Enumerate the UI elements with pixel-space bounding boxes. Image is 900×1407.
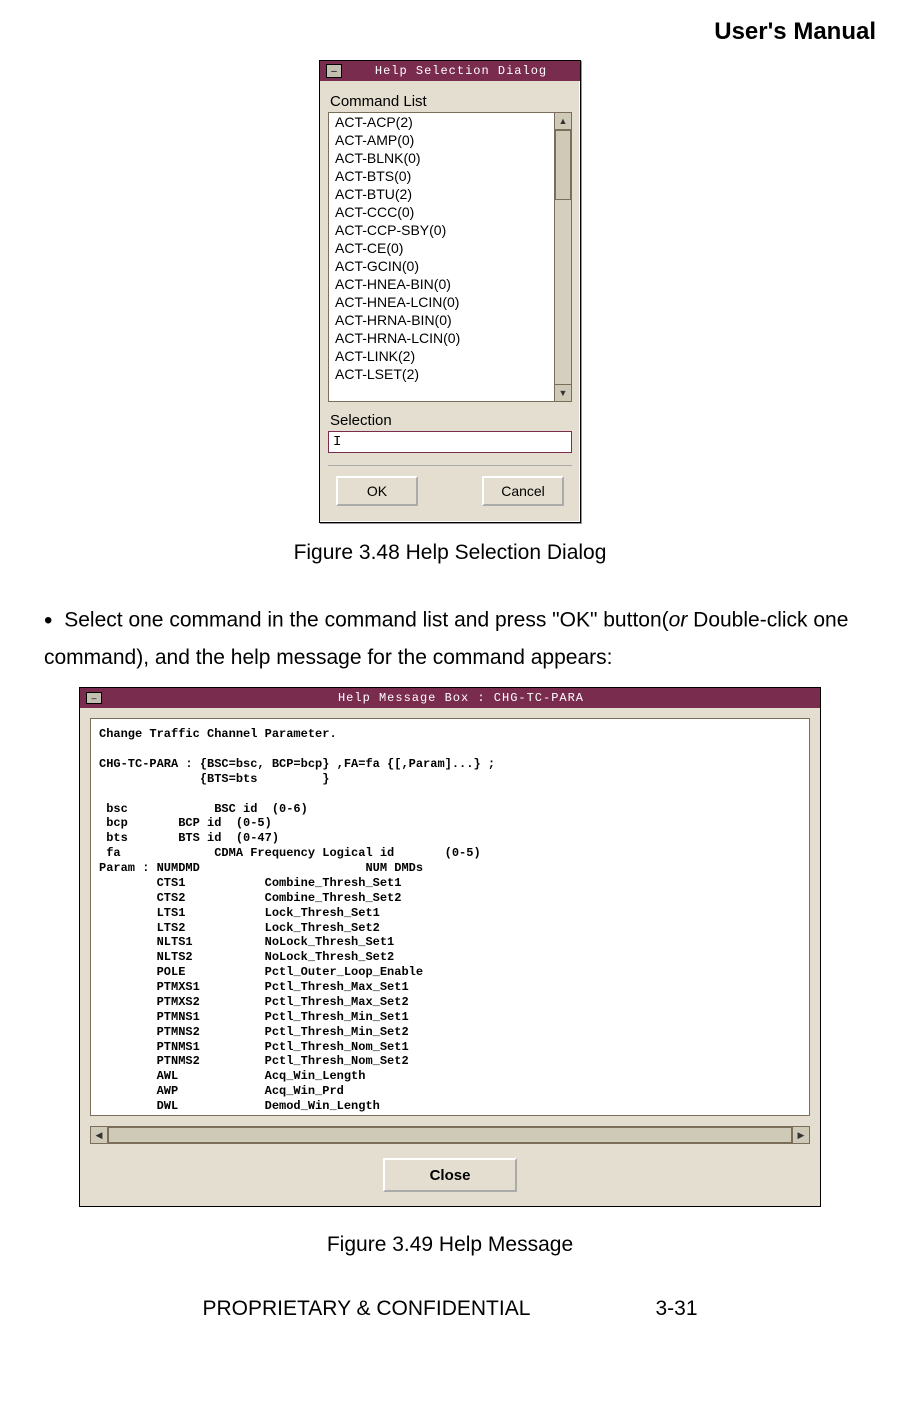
scroll-thumb[interactable] [108, 1127, 792, 1143]
list-item[interactable]: ACT-BTU(2) [329, 185, 554, 203]
text-caret-icon: I [333, 434, 341, 450]
scroll-right-icon[interactable]: ▶ [792, 1127, 809, 1143]
list-item[interactable]: ACT-ACP(2) [329, 113, 554, 131]
figure-caption-1: Figure 3.48 Help Selection Dialog [24, 541, 876, 565]
close-button[interactable]: Close [383, 1158, 517, 1192]
list-item[interactable]: ACT-BLNK(0) [329, 149, 554, 167]
list-item[interactable]: ACT-AMP(0) [329, 131, 554, 149]
scroll-left-icon[interactable]: ◀ [91, 1127, 108, 1143]
bullet-icon: • [44, 607, 52, 634]
list-item[interactable]: ACT-BTS(0) [329, 167, 554, 185]
page-footer: PROPRIETARY & CONFIDENTIAL 3-31 [24, 1297, 876, 1321]
selection-input[interactable]: I [328, 431, 572, 453]
page-header-right: User's Manual [24, 18, 876, 46]
vertical-scrollbar[interactable]: ▲ ▼ [555, 112, 572, 402]
scroll-up-icon[interactable]: ▲ [555, 113, 571, 130]
dialog-title: Help Message Box : CHG-TC-PARA [108, 691, 814, 705]
horizontal-scrollbar[interactable]: ◀ ▶ [90, 1126, 810, 1144]
scroll-track[interactable] [555, 130, 571, 384]
ok-button[interactable]: OK [336, 476, 418, 506]
footer-left: PROPRIETARY & CONFIDENTIAL [203, 1297, 530, 1320]
list-item[interactable]: ACT-LINK(2) [329, 347, 554, 365]
scroll-down-icon[interactable]: ▼ [555, 384, 571, 401]
command-list-label: Command List [330, 93, 572, 110]
dialog-title: Help Selection Dialog [348, 64, 574, 78]
command-listbox[interactable]: ACT-ACP(2) ACT-AMP(0) ACT-BLNK(0) ACT-BT… [328, 112, 555, 402]
bullet-text-pre: Select one command in the command list a… [64, 608, 668, 631]
list-item[interactable]: ACT-HRNA-LCIN(0) [329, 329, 554, 347]
figure-caption-2: Figure 3.49 Help Message [24, 1233, 876, 1257]
system-menu-icon[interactable]: – [86, 692, 102, 704]
selection-label: Selection [330, 412, 572, 429]
help-text-block: Change Traffic Channel Parameter. CHG-TC… [99, 727, 801, 1116]
dialog-titlebar: – Help Message Box : CHG-TC-PARA [80, 688, 820, 708]
help-text-area: Change Traffic Channel Parameter. CHG-TC… [90, 718, 810, 1116]
system-menu-icon[interactable]: – [326, 64, 342, 78]
help-message-box: – Help Message Box : CHG-TC-PARA Change … [79, 687, 821, 1207]
bullet-text-or: or [669, 608, 688, 631]
help-selection-dialog: – Help Selection Dialog Command List ACT… [319, 60, 581, 523]
page-number: 3-31 [655, 1297, 697, 1321]
instruction-bullet: • Select one command in the command list… [44, 601, 856, 675]
scroll-track[interactable] [108, 1127, 792, 1143]
list-item[interactable]: ACT-HNEA-BIN(0) [329, 275, 554, 293]
list-item[interactable]: ACT-LSET(2) [329, 365, 554, 383]
list-item[interactable]: ACT-CCP-SBY(0) [329, 221, 554, 239]
separator [328, 465, 572, 466]
list-item[interactable]: ACT-HNEA-LCIN(0) [329, 293, 554, 311]
list-item[interactable]: ACT-HRNA-BIN(0) [329, 311, 554, 329]
list-item[interactable]: ACT-CCC(0) [329, 203, 554, 221]
dialog-titlebar: – Help Selection Dialog [320, 61, 580, 81]
cancel-button[interactable]: Cancel [482, 476, 564, 506]
list-item[interactable]: ACT-CE(0) [329, 239, 554, 257]
list-item[interactable]: ACT-GCIN(0) [329, 257, 554, 275]
scroll-thumb[interactable] [555, 130, 571, 200]
